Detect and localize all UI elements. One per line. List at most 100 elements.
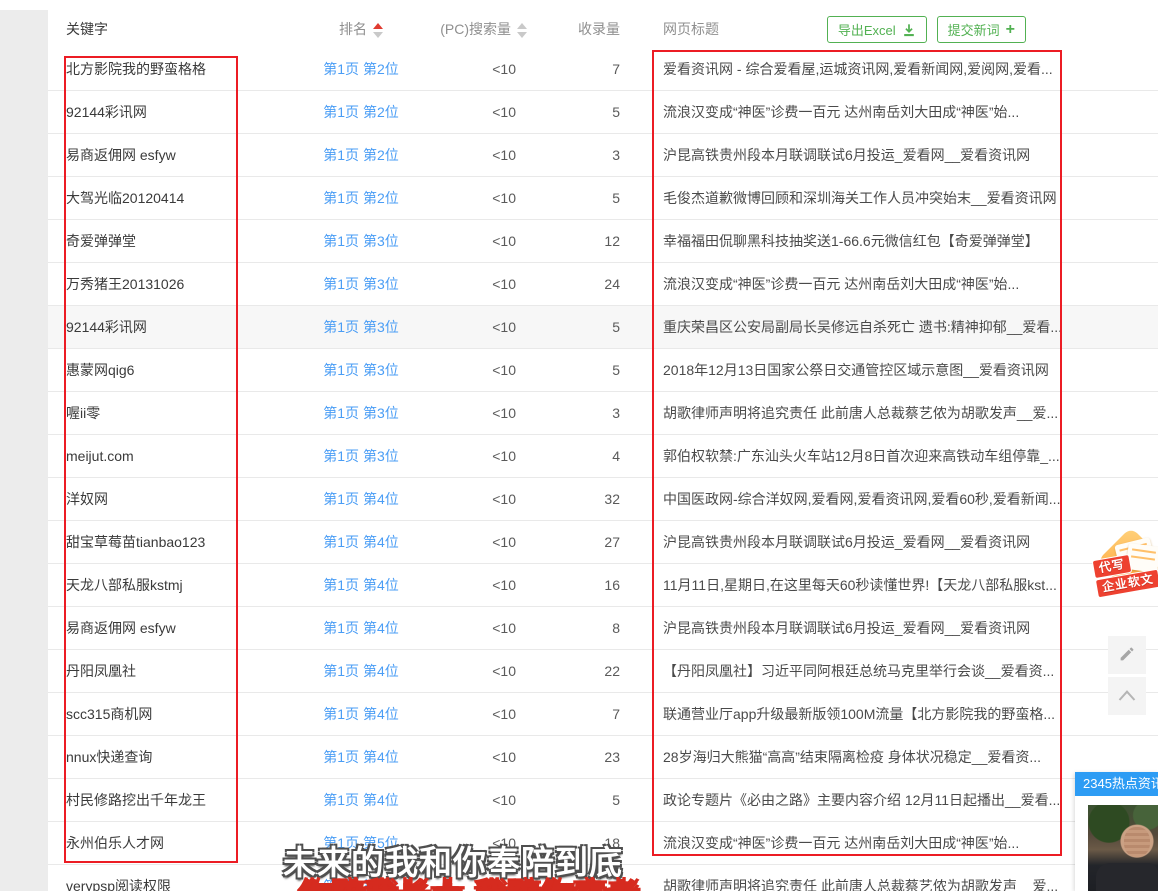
table-row: 易商返佣网 esfyw 第1页 第4位 <10 8 沪昆高铁贵州段本月联调联试6月投运_… bbox=[48, 607, 1158, 650]
submit-keyword-button[interactable]: 提交新词 + bbox=[936, 16, 1026, 43]
rank-cell: 第1页 第3位 bbox=[300, 360, 422, 380]
chevron-up-icon bbox=[1117, 688, 1137, 705]
back-to-top-button[interactable] bbox=[1108, 677, 1146, 715]
rank-link[interactable]: 第1页 第2位 bbox=[323, 104, 398, 120]
pencil-icon bbox=[1118, 645, 1136, 666]
rank-header-label: 排名 bbox=[339, 21, 367, 37]
index-count-cell: 3 bbox=[612, 405, 620, 421]
index-count-cell: 5 bbox=[612, 362, 620, 378]
keyword-cell: 永州伯乐人才网 bbox=[66, 835, 164, 851]
table-row: 易商返佣网 esfyw 第1页 第2位 <10 3 沪昆高铁贵州段本月联调联试6月投运_… bbox=[48, 134, 1158, 177]
page-title-cell: 中国医政网-综合洋奴网,爱看网,爱看资讯网,爱看60秒,爱看新闻... bbox=[663, 491, 1061, 507]
video-subtitle-overlay-red: 你陪我长大 我陪你变老 bbox=[299, 871, 641, 891]
rank-link[interactable]: 第1页 第4位 bbox=[323, 534, 398, 550]
index-count-cell: 5 bbox=[612, 319, 620, 335]
rank-cell: 第1页 第4位 bbox=[300, 575, 422, 595]
rank-cell: 第1页 第3位 bbox=[300, 274, 422, 294]
photo-shirt bbox=[1096, 863, 1158, 891]
search-volume-header-label: (PC)搜索量 bbox=[440, 21, 511, 37]
rank-cell: 第1页 第3位 bbox=[300, 317, 422, 337]
export-excel-label: 导出Excel bbox=[837, 23, 896, 38]
rank-link[interactable]: 第1页 第3位 bbox=[323, 319, 398, 335]
page-title-cell: 流浪汉变成“神医”诊费一百元 达州南岳刘大田成“神医”始... bbox=[663, 276, 1020, 292]
index-count-cell: 24 bbox=[604, 276, 620, 292]
pixelated-face bbox=[1124, 827, 1150, 857]
index-count-cell: 7 bbox=[612, 706, 620, 722]
search-volume-cell: <10 bbox=[492, 61, 516, 77]
rank-link[interactable]: 第1页 第3位 bbox=[323, 448, 398, 464]
rank-link[interactable]: 第1页 第2位 bbox=[323, 61, 398, 77]
rank-link[interactable]: 第1页 第4位 bbox=[323, 792, 398, 808]
rank-cell: 第1页 第4位 bbox=[300, 661, 422, 681]
rank-cell: 第1页 第4位 bbox=[300, 704, 422, 724]
page-title-cell: 爱看资讯网 - 综合爱看屋,运城资讯网,爱看新闻网,爱阅网,爱看... bbox=[663, 61, 1053, 77]
rank-link[interactable]: 第1页 第4位 bbox=[323, 491, 398, 507]
keyword-cell: 北方影院我的野蛮格格 bbox=[66, 61, 206, 77]
keyword-cell: 惠蒙网qig6 bbox=[66, 362, 135, 378]
sort-asc-icon[interactable] bbox=[517, 22, 527, 29]
index-count-cell: 7 bbox=[612, 61, 620, 77]
page-title-cell: 11月11日,星期日,在这里每天60秒读懂世界!【天龙八部私服kst... bbox=[663, 577, 1057, 593]
keyword-cell: 村民修路挖出千年龙王 bbox=[66, 792, 206, 808]
table-row: nnux快递查询 第1页 第4位 <10 23 28岁海归大熊猫“高高”结束隔离检疫 身… bbox=[48, 736, 1158, 779]
page-title-cell: 郭伯权软禁:广东汕头火车站12月8日首次迎来高铁动车组停靠_... bbox=[663, 448, 1060, 464]
search-volume-cell: <10 bbox=[492, 706, 516, 722]
keyword-cell: scc315商机网 bbox=[66, 706, 153, 722]
page-title-cell: 联通营业厅app升级最新版领100M流量【北方影院我的野蛮格... bbox=[663, 706, 1056, 722]
sort-arrows-search-volume[interactable] bbox=[517, 22, 527, 38]
table-row: 奇爱弹弹堂 第1页 第3位 <10 12 幸福福田侃聊黑科技抽奖送1-66.6元微信红包… bbox=[48, 220, 1158, 263]
search-volume-cell: <10 bbox=[492, 147, 516, 163]
keyword-cell: nnux快递查询 bbox=[66, 749, 153, 765]
column-header-rank[interactable]: 排名 bbox=[300, 19, 422, 39]
index-count-cell: 4 bbox=[612, 448, 620, 464]
keyword-cell: 喔ii零 bbox=[66, 405, 101, 421]
rank-link[interactable]: 第1页 第3位 bbox=[323, 405, 398, 421]
keyword-cell: 易商返佣网 esfyw bbox=[66, 620, 176, 636]
rank-link[interactable]: 第1页 第2位 bbox=[323, 190, 398, 206]
rank-cell: 第1页 第4位 bbox=[300, 532, 422, 552]
rank-link[interactable]: 第1页 第4位 bbox=[323, 620, 398, 636]
table-row: 北方影院我的野蛮格格 第1页 第2位 <10 7 爱看资讯网 - 综合爱看屋,运城资讯网… bbox=[48, 48, 1158, 91]
rank-link[interactable]: 第1页 第3位 bbox=[323, 276, 398, 292]
search-volume-cell: <10 bbox=[492, 792, 516, 808]
rank-link[interactable]: 第1页 第2位 bbox=[323, 147, 398, 163]
keyword-cell: 洋奴网 bbox=[66, 491, 108, 507]
keyword-cell: 甜宝草莓苗tianbao123 bbox=[66, 534, 206, 550]
search-volume-cell: <10 bbox=[492, 534, 516, 550]
page-title-cell: 【丹阳凤凰社】习近平同阿根廷总统马克里举行会谈__爱看资... bbox=[663, 663, 1055, 679]
table-row: scc315商机网 第1页 第4位 <10 7 联通营业厅app升级最新版领100M流量… bbox=[48, 693, 1158, 736]
table-row: 92144彩讯网 第1页 第3位 <10 5 重庆荣昌区公安局副局长吴修远自杀死亡 遗书… bbox=[48, 306, 1158, 349]
search-volume-cell: <10 bbox=[492, 104, 516, 120]
sort-asc-icon[interactable] bbox=[373, 22, 383, 29]
sort-desc-icon[interactable] bbox=[517, 31, 527, 38]
search-volume-cell: <10 bbox=[492, 319, 516, 335]
search-volume-cell: <10 bbox=[492, 491, 516, 507]
ghostwriting-ad-badge[interactable]: 代写 企业软文 bbox=[1091, 527, 1158, 611]
search-volume-cell: <10 bbox=[492, 190, 516, 206]
news-popup-title[interactable]: 2345热点资讯 bbox=[1075, 772, 1158, 796]
rank-link[interactable]: 第1页 第4位 bbox=[323, 706, 398, 722]
rank-cell: 第1页 第3位 bbox=[300, 403, 422, 423]
feedback-edit-button[interactable] bbox=[1108, 636, 1146, 674]
rank-link[interactable]: 第1页 第3位 bbox=[323, 233, 398, 249]
rank-link[interactable]: 第1页 第4位 bbox=[323, 749, 398, 765]
table-row: meijut.com 第1页 第3位 <10 4 郭伯权软禁:广东汕头火车站12月8日首… bbox=[48, 435, 1158, 478]
download-icon bbox=[902, 23, 916, 37]
news-popup-widget[interactable]: 2345热点资讯 bbox=[1075, 772, 1158, 891]
table-row: 丹阳凤凰社 第1页 第4位 <10 22 【丹阳凤凰社】习近平同阿根廷总统马克里举行会谈… bbox=[48, 650, 1158, 693]
column-header-search-volume[interactable]: (PC)搜索量 bbox=[422, 19, 527, 39]
sort-desc-icon[interactable] bbox=[373, 31, 383, 38]
keyword-rank-page: 关键字 排名 (PC)搜索量 收录量 网页标题 导出Excel 提交新词 + 北… bbox=[0, 0, 1158, 891]
rank-link[interactable]: 第1页 第4位 bbox=[323, 663, 398, 679]
rank-link[interactable]: 第1页 第4位 bbox=[323, 577, 398, 593]
search-volume-cell: <10 bbox=[492, 362, 516, 378]
keyword-cell: meijut.com bbox=[66, 448, 134, 464]
sort-arrows-rank[interactable] bbox=[373, 22, 383, 38]
rank-cell: 第1页 第2位 bbox=[300, 59, 422, 79]
rank-cell: 第1页 第4位 bbox=[300, 489, 422, 509]
keyword-cell: 万秀猪王20131026 bbox=[66, 276, 185, 292]
export-excel-button[interactable]: 导出Excel bbox=[826, 16, 927, 43]
news-thumbnail-photo[interactable] bbox=[1088, 805, 1158, 891]
index-count-cell: 5 bbox=[612, 104, 620, 120]
rank-link[interactable]: 第1页 第3位 bbox=[323, 362, 398, 378]
